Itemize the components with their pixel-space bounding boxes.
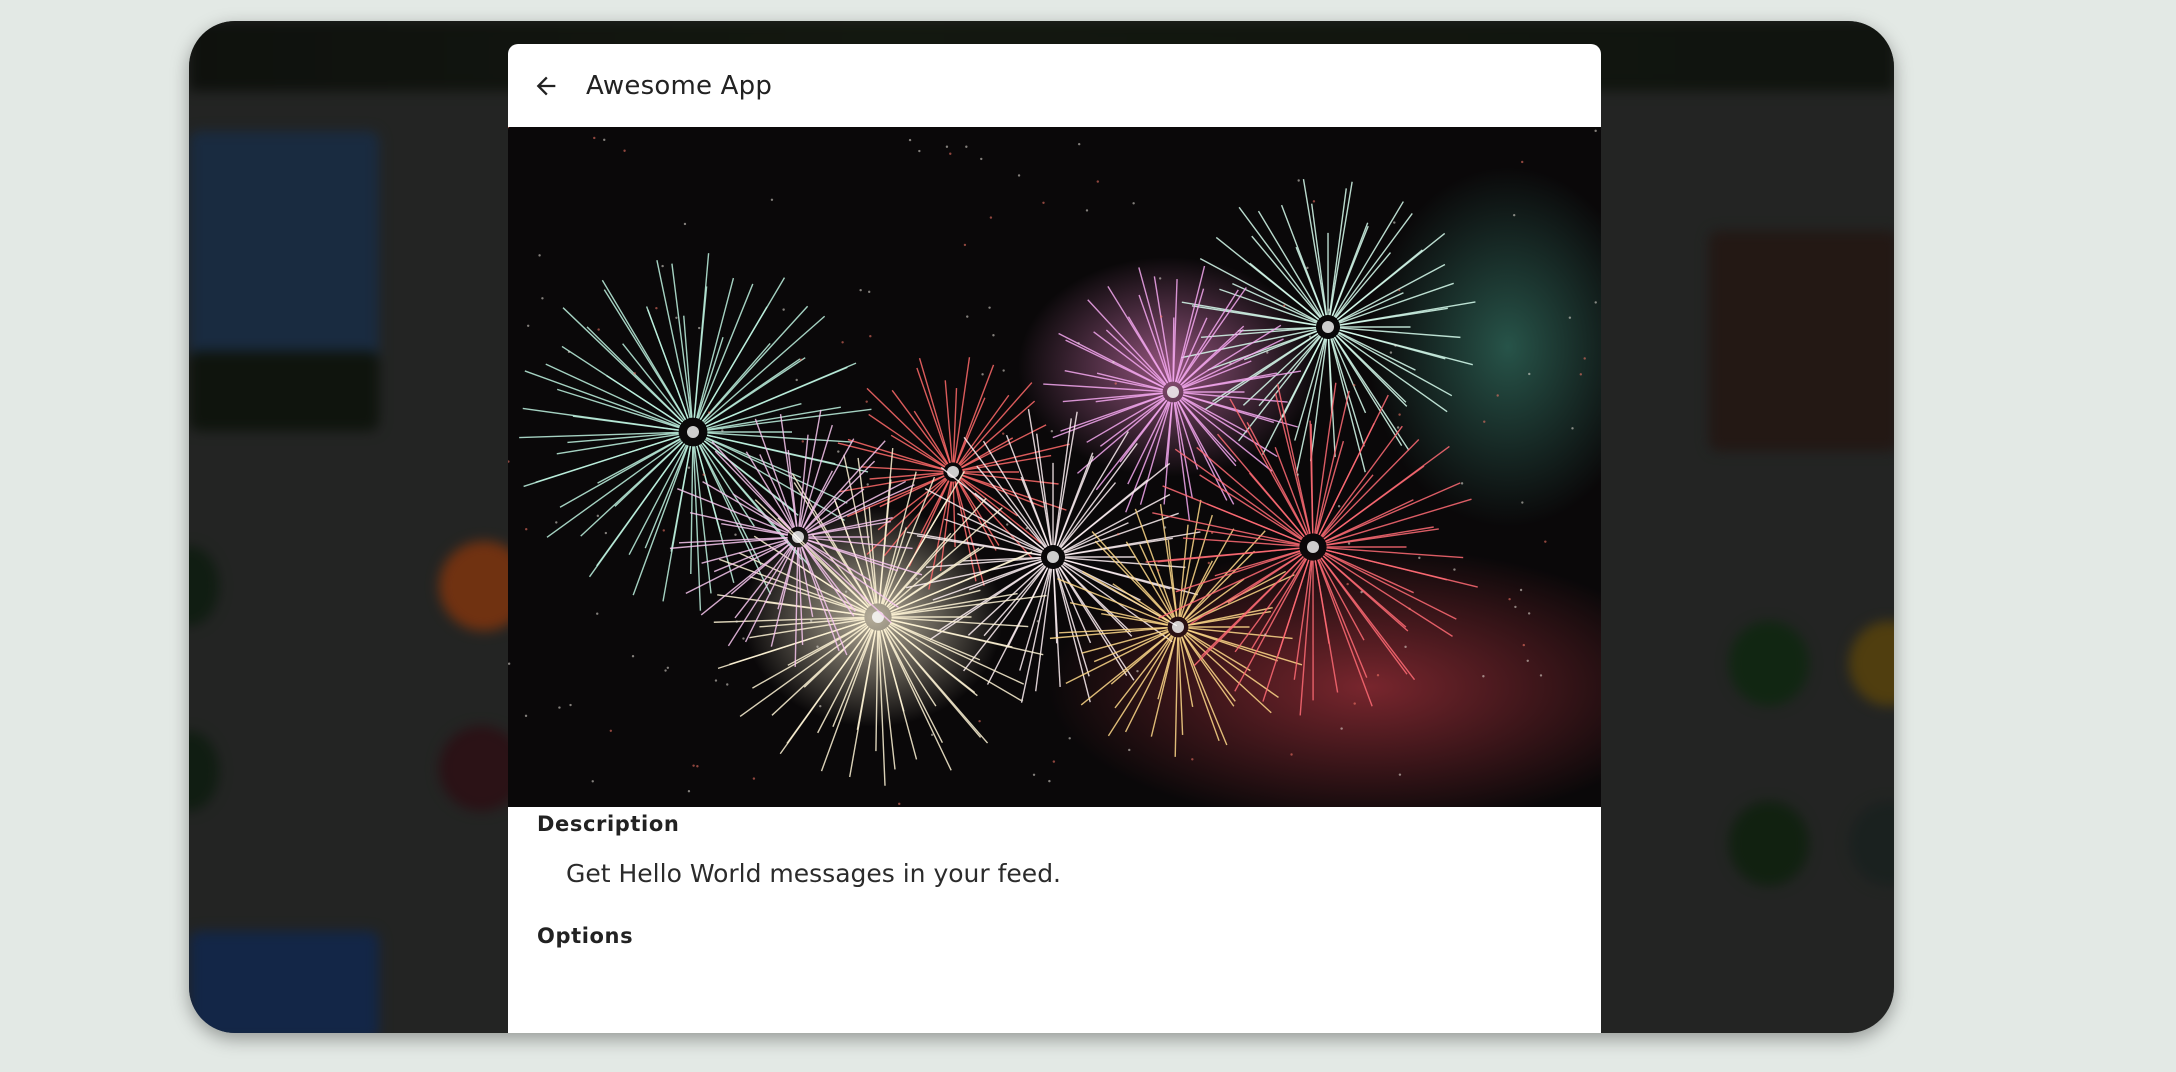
device-frame: Awesome App Description Get Hello World … (189, 21, 1894, 1033)
fireworks-photo (508, 127, 1601, 807)
description-text: Get Hello World messages in your feed. (566, 859, 1062, 888)
dialog-header: Awesome App (508, 44, 1601, 127)
options-heading: Options (537, 924, 634, 948)
description-heading: Description (537, 812, 680, 836)
app-hero-image (508, 127, 1601, 807)
app-details-dialog: Awesome App Description Get Hello World … (508, 44, 1601, 1033)
arrow-left-icon (536, 76, 556, 95)
back-button[interactable] (526, 66, 566, 106)
app-title: Awesome App (586, 70, 773, 101)
